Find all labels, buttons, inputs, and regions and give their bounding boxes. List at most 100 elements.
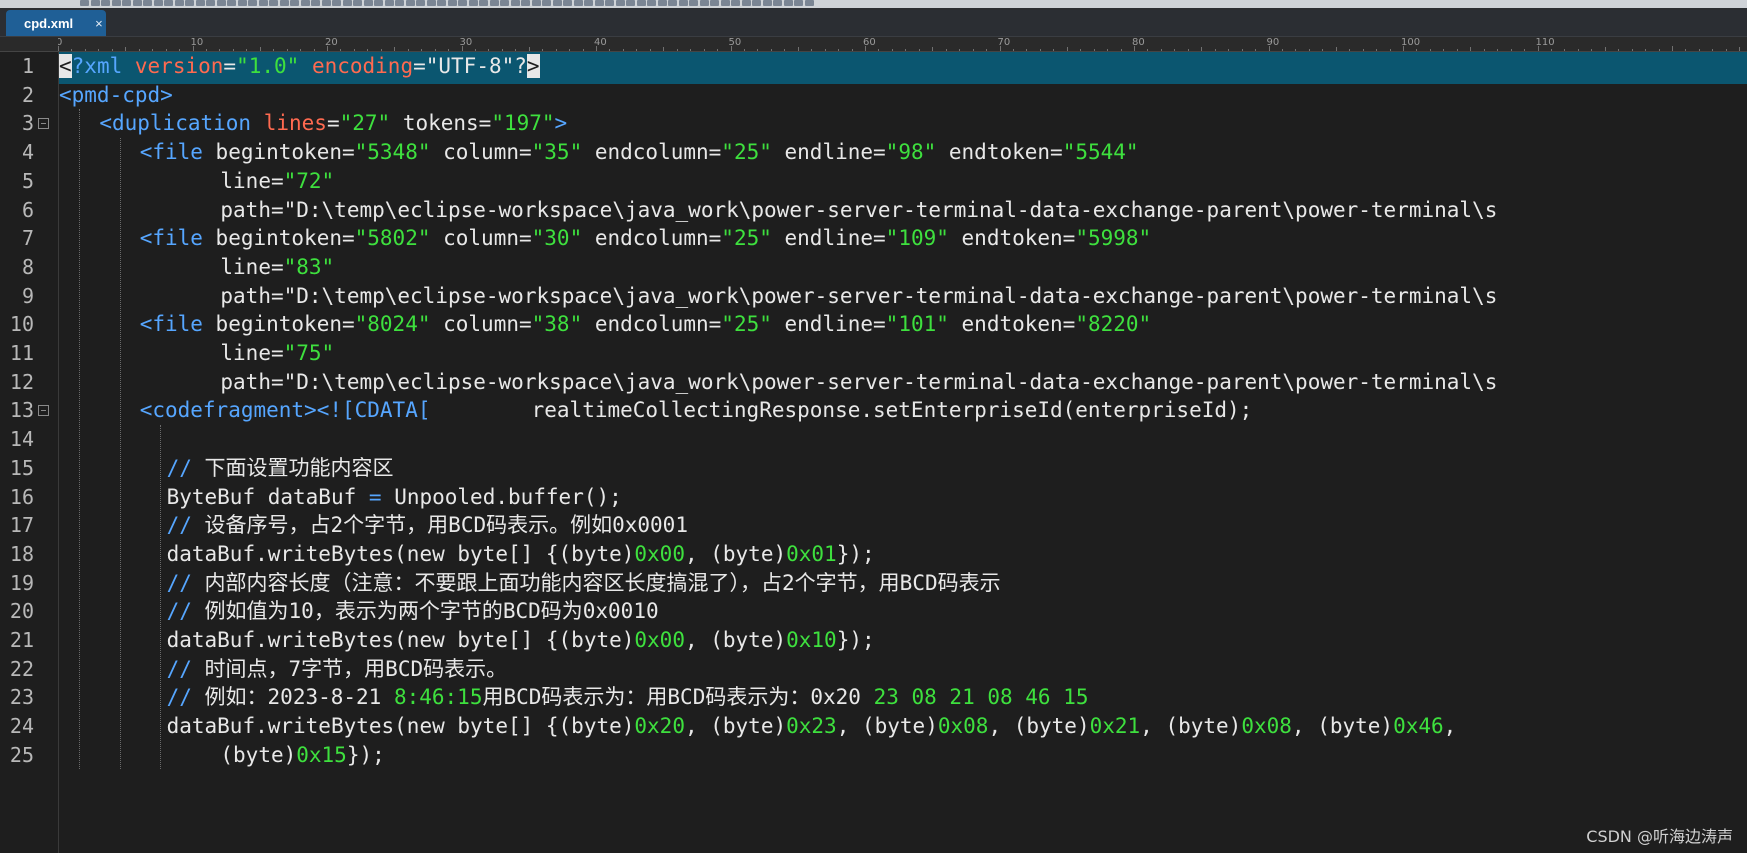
tab-cpd-xml[interactable]: cpd.xml ×: [6, 10, 106, 36]
toolbar-button-icon[interactable]: [594, 0, 604, 6]
toolbar-button-icon[interactable]: [741, 0, 751, 6]
ruler-tick: [945, 49, 947, 51]
toolbar-button-icon[interactable]: [458, 0, 467, 6]
toolbar-button-icon[interactable]: [185, 0, 194, 6]
code-token: 0x15: [296, 742, 347, 767]
toolbar-button-icon[interactable]: [416, 0, 425, 6]
ruler-tick: [179, 49, 181, 51]
toolbar-button-icon[interactable]: [300, 0, 310, 6]
toolbar-button-icon[interactable]: [626, 0, 635, 6]
code-token: 设备序号，占2个字节，用BCD码表示。例如0x0001: [204, 513, 688, 538]
code-line: <file begintoken="8024" column="38" endc…: [140, 308, 1152, 340]
code-token: "83": [283, 254, 335, 279]
toolbar-button-icon[interactable]: [542, 0, 551, 6]
toolbar-button-icon[interactable]: [783, 0, 793, 6]
toolbar-button-icon[interactable]: [353, 0, 362, 6]
toolbar-button-icon[interactable]: [143, 0, 152, 6]
toolbar-button-icon[interactable]: [132, 0, 142, 6]
fold-toggle-icon[interactable]: [38, 118, 49, 130]
toolbar-button-icon[interactable]: [384, 0, 394, 6]
code-editor[interactable]: <?xml version="1.0" encoding="UTF-8"?> <p…: [59, 52, 1747, 853]
toolbar-button-icon[interactable]: [573, 0, 583, 6]
line-number: 13: [9, 398, 34, 423]
close-icon[interactable]: ×: [95, 16, 103, 31]
toolbar-button-icon[interactable]: [374, 0, 383, 6]
toolbar-button-icon[interactable]: [447, 0, 457, 6]
toolbar-button-icon[interactable]: [258, 0, 268, 6]
toolbar-button-icon[interactable]: [395, 0, 404, 6]
toolbar-button-icon[interactable]: [563, 0, 572, 6]
toolbar-button-icon[interactable]: [794, 0, 803, 6]
code-token: <pmd-cpd>: [59, 82, 173, 107]
ruler-tick: [1012, 49, 1014, 51]
toolbar-button-icon[interactable]: [216, 0, 226, 6]
code-token: , (byte): [684, 628, 787, 652]
toolbar-button-icon[interactable]: [510, 0, 520, 6]
toolbar-button-icon[interactable]: [647, 0, 656, 6]
toolbar-button-icon[interactable]: [122, 0, 131, 6]
toolbar-button-icon[interactable]: [321, 0, 331, 6]
toolbar-button-icon[interactable]: [174, 0, 184, 6]
toolbar-button-icon[interactable]: [752, 0, 761, 6]
toolbar-button-icon[interactable]: [468, 0, 478, 6]
toolbar-button-icon[interactable]: [668, 0, 677, 6]
toolbar-button-icon[interactable]: [521, 0, 530, 6]
toolbar-button-icon[interactable]: [489, 0, 499, 6]
toolbar-button-icon[interactable]: [605, 0, 614, 6]
toolbar-button-icon[interactable]: [773, 0, 782, 6]
toolbar-button-icon[interactable]: [426, 0, 436, 6]
toolbar-button-icon[interactable]: [164, 0, 173, 6]
toolbar-button-icon[interactable]: [657, 0, 667, 6]
code-line: // 下面设置功能内容区: [167, 452, 394, 484]
toolbar-button-icon[interactable]: [584, 0, 593, 6]
toolbar-button-icon[interactable]: [363, 0, 373, 6]
toolbar-button-icon[interactable]: [206, 0, 215, 6]
ruler-tick: [394, 47, 396, 51]
line-number: 9: [21, 283, 34, 308]
toolbar-button-icon[interactable]: [248, 0, 257, 6]
toolbar-button-icon[interactable]: [195, 0, 205, 6]
toolbar-button-icon[interactable]: [405, 0, 415, 6]
toolbar-button-icon[interactable]: [279, 0, 289, 6]
fold-toggle-icon[interactable]: [38, 405, 49, 417]
toolbar-button-icon[interactable]: [227, 0, 236, 6]
toolbar-button-icon[interactable]: [699, 0, 709, 6]
ruler-tick: [999, 46, 1001, 51]
code-token: 时间点，7字节，用BCD码表示。: [204, 656, 508, 681]
toolbar-button-icon[interactable]: [720, 0, 730, 6]
toolbar-button-icon[interactable]: [437, 0, 446, 6]
toolbar-button-icon[interactable]: [500, 0, 509, 6]
toolbar-button-icon[interactable]: [636, 0, 646, 6]
toolbar-button-icon[interactable]: [615, 0, 625, 6]
toolbar-button-icon[interactable]: [710, 0, 719, 6]
toolbar-button-icon[interactable]: [678, 0, 688, 6]
toolbar-button-icon[interactable]: [531, 0, 541, 6]
line-number: 11: [9, 341, 34, 365]
toolbar-button-icon[interactable]: [101, 0, 110, 6]
ruler-tick: [582, 49, 584, 51]
ruler-tick: [300, 49, 302, 51]
ruler-tick: [1416, 49, 1418, 51]
ruler-tick: [1443, 49, 1445, 51]
code-token: "197": [491, 111, 555, 136]
toolbar-button-icon[interactable]: [153, 0, 163, 6]
ruler-tick: [1281, 49, 1283, 51]
code-token: });: [836, 541, 875, 566]
toolbar-button-icon[interactable]: [731, 0, 740, 6]
toolbar-button-icon[interactable]: [290, 0, 299, 6]
toolbar-button-icon[interactable]: [111, 0, 121, 6]
toolbar-button-icon[interactable]: [804, 0, 814, 6]
toolbar-button-icon[interactable]: [762, 0, 772, 6]
toolbar-button-icon[interactable]: [237, 0, 247, 6]
toolbar-button-icon[interactable]: [552, 0, 562, 6]
code-token: //: [166, 455, 205, 480]
toolbar-button-icon[interactable]: [332, 0, 341, 6]
toolbar-button-icon[interactable]: [342, 0, 352, 6]
toolbar-button-icon[interactable]: [689, 0, 698, 6]
toolbar-button-icon[interactable]: [479, 0, 488, 6]
toolbar-button-icon[interactable]: [311, 0, 320, 6]
toolbar-button-icon[interactable]: [80, 0, 89, 6]
code-token: 0x00: [634, 541, 685, 566]
toolbar-button-icon[interactable]: [90, 0, 100, 6]
toolbar-button-icon[interactable]: [269, 0, 278, 6]
